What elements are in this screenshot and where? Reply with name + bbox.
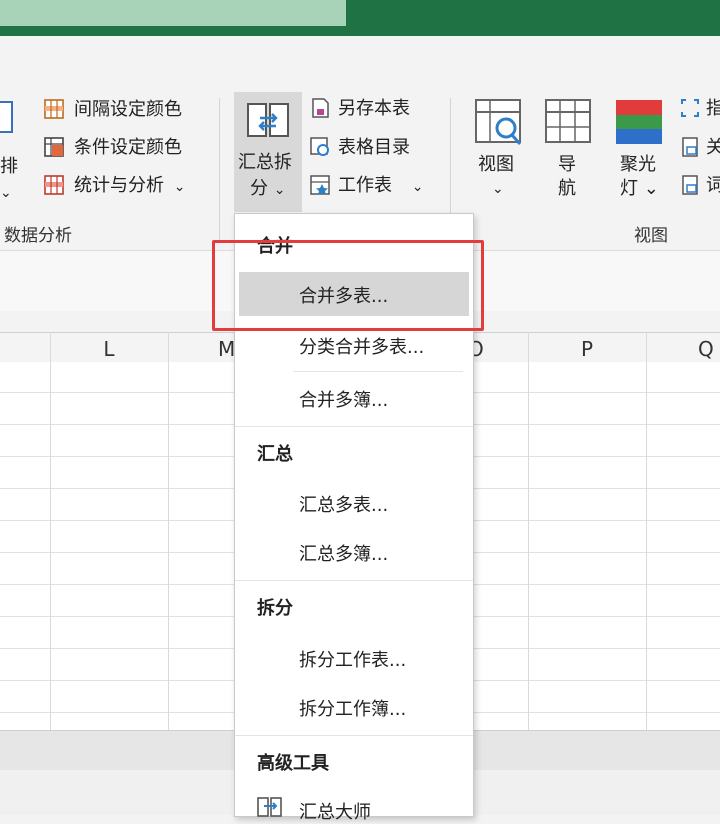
condition-color-button[interactable]: 条件设定颜色 — [74, 137, 182, 159]
view-icon — [475, 99, 522, 145]
column-header-p[interactable]: P — [528, 333, 646, 363]
menu-section-split: 拆分 — [257, 598, 293, 619]
partial-icon-2 — [682, 137, 698, 157]
menu-item-split-worksheet[interactable]: 拆分工作表... — [299, 646, 406, 672]
chevron-down-icon: ⌄ — [0, 185, 12, 201]
menu-item-summary-workbooks[interactable]: 汇总多簿... — [299, 540, 388, 566]
partial-label-1[interactable]: 指 — [706, 98, 720, 120]
menu-divider — [293, 371, 463, 372]
condition-color-icon — [44, 137, 64, 157]
save-copy-icon — [312, 98, 329, 118]
grid-column-line — [168, 332, 169, 730]
interval-color-button[interactable]: 间隔设定颜色 — [74, 99, 182, 121]
active-tab-strip[interactable] — [0, 0, 346, 26]
statistics-label: 统计与分析 — [74, 175, 164, 196]
partial-button-icon[interactable] — [0, 98, 14, 138]
table-directory-button[interactable]: 表格目录 — [338, 137, 410, 159]
group-label-view: 视图 — [634, 226, 668, 246]
column-header-q[interactable]: Q — [646, 333, 720, 363]
menu-divider — [235, 426, 473, 427]
menu-item-summary-master[interactable]: 汇总大师 — [299, 798, 371, 824]
worksheet-label: 工作表 — [338, 175, 392, 196]
worksheet-icon — [310, 175, 330, 195]
chevron-down-icon: ⌄ — [273, 182, 286, 198]
table-directory-icon — [310, 137, 329, 156]
grid-column-line — [528, 332, 529, 730]
partial-icon-1 — [681, 99, 699, 117]
menu-section-advanced-tools: 高级工具 — [257, 753, 329, 774]
spotlight-icon — [616, 100, 662, 144]
highlight-annotation-box — [212, 240, 484, 331]
grid-color-icon — [44, 99, 64, 119]
chevron-down-icon: ⌄ — [492, 181, 504, 197]
worksheet-button[interactable]: 工作表 ⌄ — [338, 175, 423, 198]
statistics-icon — [44, 175, 64, 195]
spotlight-label-2: 灯 ⌄ — [620, 178, 659, 199]
statistics-analysis-button[interactable]: 统计与分析 ⌄ — [74, 175, 185, 198]
navigation-label-1[interactable]: 导 — [558, 154, 576, 176]
column-header-l[interactable]: L — [50, 333, 168, 363]
group-label-data-analysis: 数据分析 — [4, 226, 72, 246]
summary-split-label-2: 分 ⌄ — [250, 178, 286, 199]
chevron-down-icon: ⌄ — [411, 179, 424, 195]
grid-column-line — [50, 332, 51, 730]
menu-item-merge-workbooks[interactable]: 合并多簿... — [299, 386, 388, 412]
partial-label-2[interactable]: 关 — [706, 137, 720, 159]
grid-column-line — [646, 332, 647, 730]
group-divider — [219, 98, 220, 242]
view-button-label[interactable]: 视图 — [478, 154, 514, 176]
summary-split-icon — [247, 103, 289, 137]
menu-item-summary-sheets[interactable]: 汇总多表... — [299, 491, 388, 517]
save-copy-button[interactable]: 另存本表 — [338, 98, 410, 120]
partial-label: 排 — [0, 156, 18, 177]
title-bar — [0, 0, 720, 36]
summary-split-label-1: 汇总拆 — [238, 152, 292, 173]
menu-divider — [235, 580, 473, 581]
navigation-icon — [545, 99, 591, 143]
spotlight-label-1[interactable]: 聚光 — [620, 154, 656, 176]
partial-icon-3 — [682, 175, 698, 195]
menu-section-summary: 汇总 — [257, 444, 293, 465]
menu-item-split-workbook[interactable]: 拆分工作簿... — [299, 695, 406, 721]
menu-item-category-merge-sheets[interactable]: 分类合并多表... — [299, 333, 424, 359]
chevron-down-icon: ⌄ — [173, 179, 186, 195]
partial-label-3[interactable]: 词 — [706, 175, 720, 197]
menu-divider — [235, 735, 473, 736]
navigation-label-2: 航 — [558, 178, 576, 199]
